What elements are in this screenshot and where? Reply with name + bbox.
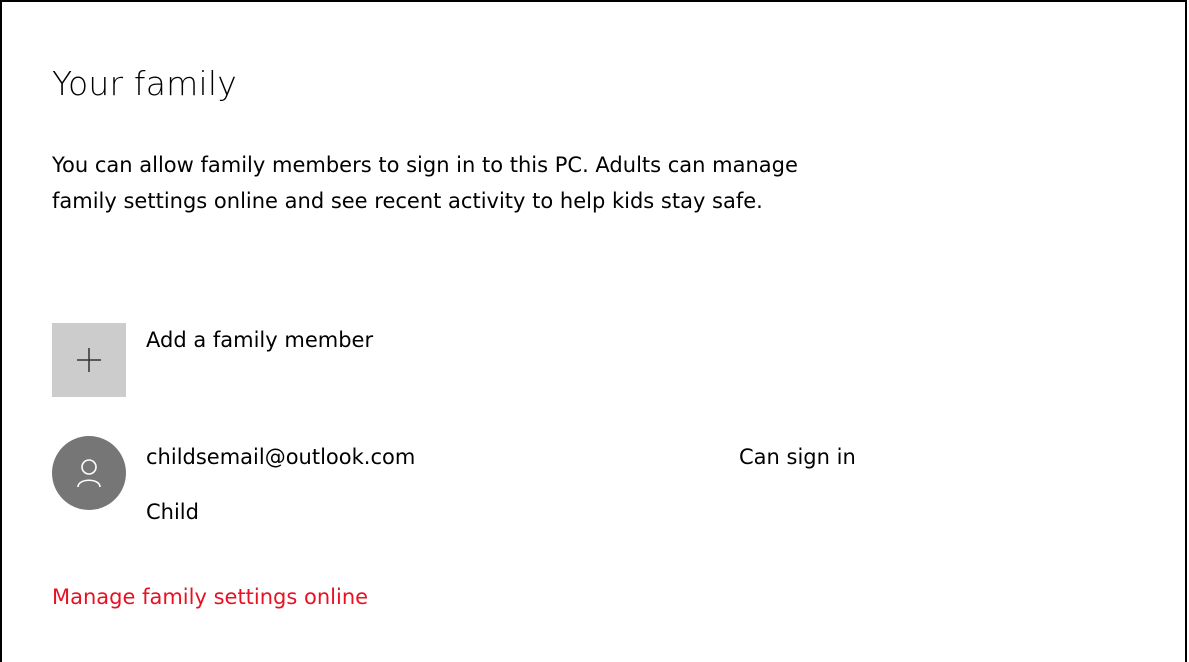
page-description: You can allow family members to sign in …: [52, 153, 798, 213]
add-member-tile[interactable]: [52, 323, 126, 397]
family-member-item[interactable]: childsemail@outlook.com Can sign in Chil…: [52, 436, 952, 536]
add-family-member-label: Add a family member: [146, 328, 374, 352]
person-icon: [77, 459, 101, 488]
member-role: Child: [146, 500, 199, 524]
avatar: [52, 436, 126, 510]
member-status: Can sign in: [739, 445, 856, 469]
manage-family-settings-link[interactable]: Manage family settings online: [52, 585, 368, 609]
member-email: childsemail@outlook.com: [146, 445, 416, 469]
page-title: Your family: [52, 64, 237, 103]
plus-icon: [77, 348, 101, 372]
add-family-member-button[interactable]: Add a family member: [52, 323, 373, 397]
